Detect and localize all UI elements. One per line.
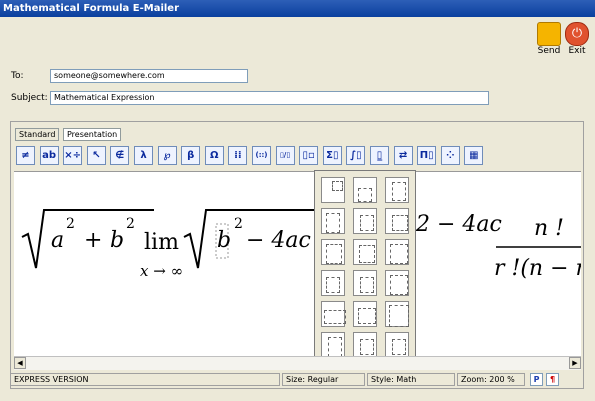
toolbar-button-18[interactable]: Π▯ xyxy=(417,146,437,165)
template-slot-icon xyxy=(328,337,342,357)
term-right: 2 − 4ac xyxy=(416,212,502,237)
toolbar-button-5[interactable]: ∉ xyxy=(110,146,130,165)
exp-a: 2 xyxy=(66,216,75,232)
send-icon xyxy=(537,22,561,46)
template-slot-icon xyxy=(389,305,409,327)
palette-template-6[interactable] xyxy=(385,208,409,234)
palette-template-9[interactable] xyxy=(385,239,409,265)
to-label: To: xyxy=(11,71,24,81)
template-slot-icon xyxy=(358,188,372,202)
palette-template-5[interactable] xyxy=(353,208,377,234)
toolbar-button-13[interactable]: ▯▫ xyxy=(299,146,319,165)
toolbar-button-4[interactable]: ↖ xyxy=(86,146,106,165)
palette-template-1[interactable] xyxy=(321,177,345,203)
palette-template-15[interactable] xyxy=(385,301,409,327)
toolbar-button-20[interactable]: ▦ xyxy=(464,146,484,165)
toolbar-button-17[interactable]: ⇄ xyxy=(393,146,413,165)
toolbar-button-15[interactable]: ∫▯ xyxy=(346,146,366,165)
exp-b2: 2 xyxy=(234,216,243,232)
palette-template-14[interactable] xyxy=(353,301,377,327)
term-b2: b xyxy=(217,228,232,253)
template-slot-icon xyxy=(358,308,376,324)
tab-presentation[interactable]: Presentation xyxy=(63,128,122,141)
to-field[interactable]: someone@somewhere.com xyxy=(50,69,248,83)
palette-template-13[interactable] xyxy=(321,301,346,327)
status-version: EXPRESS VERSION xyxy=(10,373,280,386)
palette-template-8[interactable] xyxy=(353,239,377,265)
template-slot-icon xyxy=(360,339,374,355)
exp-b: 2 xyxy=(126,216,135,232)
toolbar-button-19[interactable]: ⁘ xyxy=(440,146,460,165)
template-palette xyxy=(314,170,416,366)
lim-operator: lim xyxy=(144,230,179,255)
template-slot-icon xyxy=(392,182,406,201)
palette-template-7[interactable] xyxy=(321,239,345,265)
tab-standard[interactable]: Standard xyxy=(15,128,60,141)
lim-subscript: x → ∞ xyxy=(140,262,184,280)
toolbar-button-16[interactable]: ▯̲ xyxy=(370,146,389,165)
template-slot-icon xyxy=(390,275,408,295)
palette-template-2[interactable] xyxy=(353,177,377,203)
scroll-left-icon[interactable]: ◀ xyxy=(14,357,26,369)
status-style: Style: Math xyxy=(367,373,455,386)
power-icon: ⏻ xyxy=(565,22,589,46)
palette-template-10[interactable] xyxy=(321,270,345,296)
palette-template-18[interactable] xyxy=(385,332,409,358)
toolbar-button-2[interactable]: ab xyxy=(39,146,59,165)
template-slot-icon xyxy=(390,244,408,264)
template-slot-icon xyxy=(392,339,406,355)
numerator: n ! xyxy=(534,216,565,241)
plus-sign: + xyxy=(84,228,103,253)
term-minus-4ac: − 4ac xyxy=(246,228,311,253)
toolbar-button-6[interactable]: λ xyxy=(134,146,153,165)
template-slot-icon xyxy=(326,244,342,264)
palette-template-4[interactable] xyxy=(321,208,345,234)
toolbar-button-8[interactable]: β xyxy=(181,146,201,165)
send-button[interactable]: Send xyxy=(536,22,562,56)
template-slot-icon xyxy=(360,215,374,231)
toolbar-button-11[interactable]: (::) xyxy=(252,146,271,165)
term-b: b xyxy=(110,228,125,253)
toolbar-button-10[interactable]: ⁞⁞ xyxy=(228,146,248,165)
template-slot-icon xyxy=(326,213,340,233)
subject-field[interactable]: Mathematical Expression xyxy=(50,91,489,105)
term-a: a xyxy=(51,228,65,253)
template-slot-icon xyxy=(326,277,340,293)
palette-template-11[interactable] xyxy=(353,270,377,296)
horizontal-scrollbar[interactable]: ◀ ▶ xyxy=(14,356,581,370)
exit-button[interactable]: ⏻ Exit xyxy=(564,22,590,56)
toolbar-button-3[interactable]: ×÷ xyxy=(63,146,83,165)
denominator: r !(n − r) xyxy=(494,256,581,281)
template-slot-icon xyxy=(360,277,374,293)
palette-template-12[interactable] xyxy=(385,270,409,296)
formula-editor[interactable]: a 2 + b 2 lim x → ∞ b 2 − 4ac 2 − 4ac n … xyxy=(14,171,581,357)
palette-template-16[interactable] xyxy=(321,332,345,358)
toolbar-button-14[interactable]: Σ▯ xyxy=(322,146,342,165)
template-slot-icon xyxy=(324,310,346,324)
exit-label: Exit xyxy=(568,46,586,56)
template-slot-icon xyxy=(392,215,408,231)
window-title: Mathematical Formula E-Mailer xyxy=(0,0,595,17)
toolbar-button-12[interactable]: ▯/▯ xyxy=(275,146,295,165)
toolbar-button-1[interactable]: ≠ xyxy=(16,146,35,165)
send-label: Send xyxy=(537,46,561,56)
subject-label: Subject: xyxy=(11,93,48,103)
toolbar-button-7[interactable]: ℘ xyxy=(157,146,177,165)
palette-template-3[interactable] xyxy=(385,177,409,203)
palette-template-17[interactable] xyxy=(353,332,377,358)
status-size: Size: Regular xyxy=(282,373,365,386)
scroll-right-icon[interactable]: ▶ xyxy=(569,357,581,369)
p-icon[interactable]: P xyxy=(530,373,543,386)
toolbar-button-9[interactable]: Ω xyxy=(204,146,224,165)
template-slot-icon xyxy=(359,245,375,263)
template-slot-icon xyxy=(332,181,343,191)
pilcrow-icon[interactable]: ¶ xyxy=(546,373,559,386)
status-zoom: Zoom: 200 % xyxy=(457,373,525,386)
